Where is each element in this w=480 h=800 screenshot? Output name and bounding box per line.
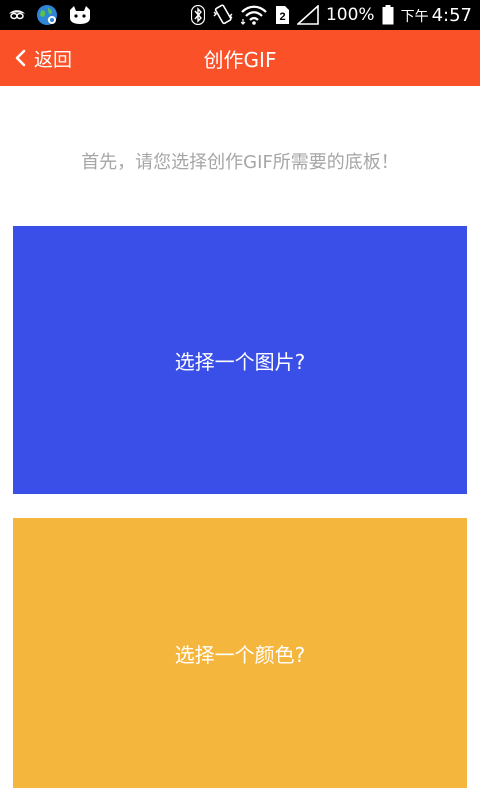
cat-icon	[68, 6, 92, 24]
bluetooth-icon	[190, 5, 205, 25]
choose-image-label: 选择一个图片?	[174, 349, 306, 374]
wifi-icon	[240, 5, 267, 25]
back-button[interactable]: 返回	[14, 30, 72, 86]
app-bar: 返回 创作GIF	[0, 30, 480, 86]
battery-icon	[382, 5, 394, 25]
clock-ampm: 下午	[400, 8, 429, 25]
choose-image-button[interactable]: 选择一个图片?	[13, 226, 467, 494]
status-clock: 下午 4:57	[401, 5, 472, 26]
sim-icon: 2	[274, 5, 290, 25]
choose-color-button[interactable]: 选择一个颜色?	[13, 518, 467, 788]
signal-icon	[296, 5, 319, 25]
choose-color-label: 选择一个颜色?	[174, 642, 306, 667]
back-label: 返回	[34, 48, 73, 71]
clock-time: 4:57	[431, 4, 472, 26]
vibrate-icon	[212, 4, 234, 26]
system-icons: 2 100% 下午 4:57	[190, 4, 472, 26]
chevron-left-icon	[14, 49, 26, 67]
svg-text:2: 2	[279, 11, 285, 23]
eye-mask-icon	[8, 8, 26, 22]
status-bar: 2 100% 下午 4:57	[0, 0, 480, 30]
notification-icons	[8, 4, 92, 26]
battery-percent: 100%	[325, 5, 375, 25]
globe-icon	[36, 4, 58, 26]
instruction-text: 首先，请您选择创作GIF所需要的底板！	[81, 152, 399, 173]
